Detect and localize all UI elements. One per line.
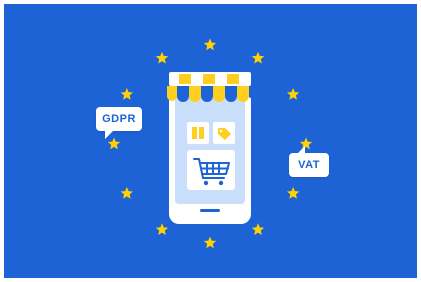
store-awning-icon (167, 72, 253, 102)
vat-label: VAT (298, 159, 320, 171)
tag-icon (213, 122, 235, 144)
illustration: GDPR VAT (4, 4, 417, 278)
gdpr-bubble-tail (105, 131, 113, 139)
gdpr-bubble: GDPR (96, 107, 142, 139)
gdpr-label: GDPR (102, 113, 136, 125)
product-box-icon (187, 122, 209, 144)
illustration-canvas (4, 4, 417, 278)
phone-home-bar (200, 209, 220, 212)
shopping-cart-icon (187, 150, 235, 190)
vat-bubble: VAT (289, 146, 329, 177)
vat-bubble-tail (297, 146, 305, 154)
